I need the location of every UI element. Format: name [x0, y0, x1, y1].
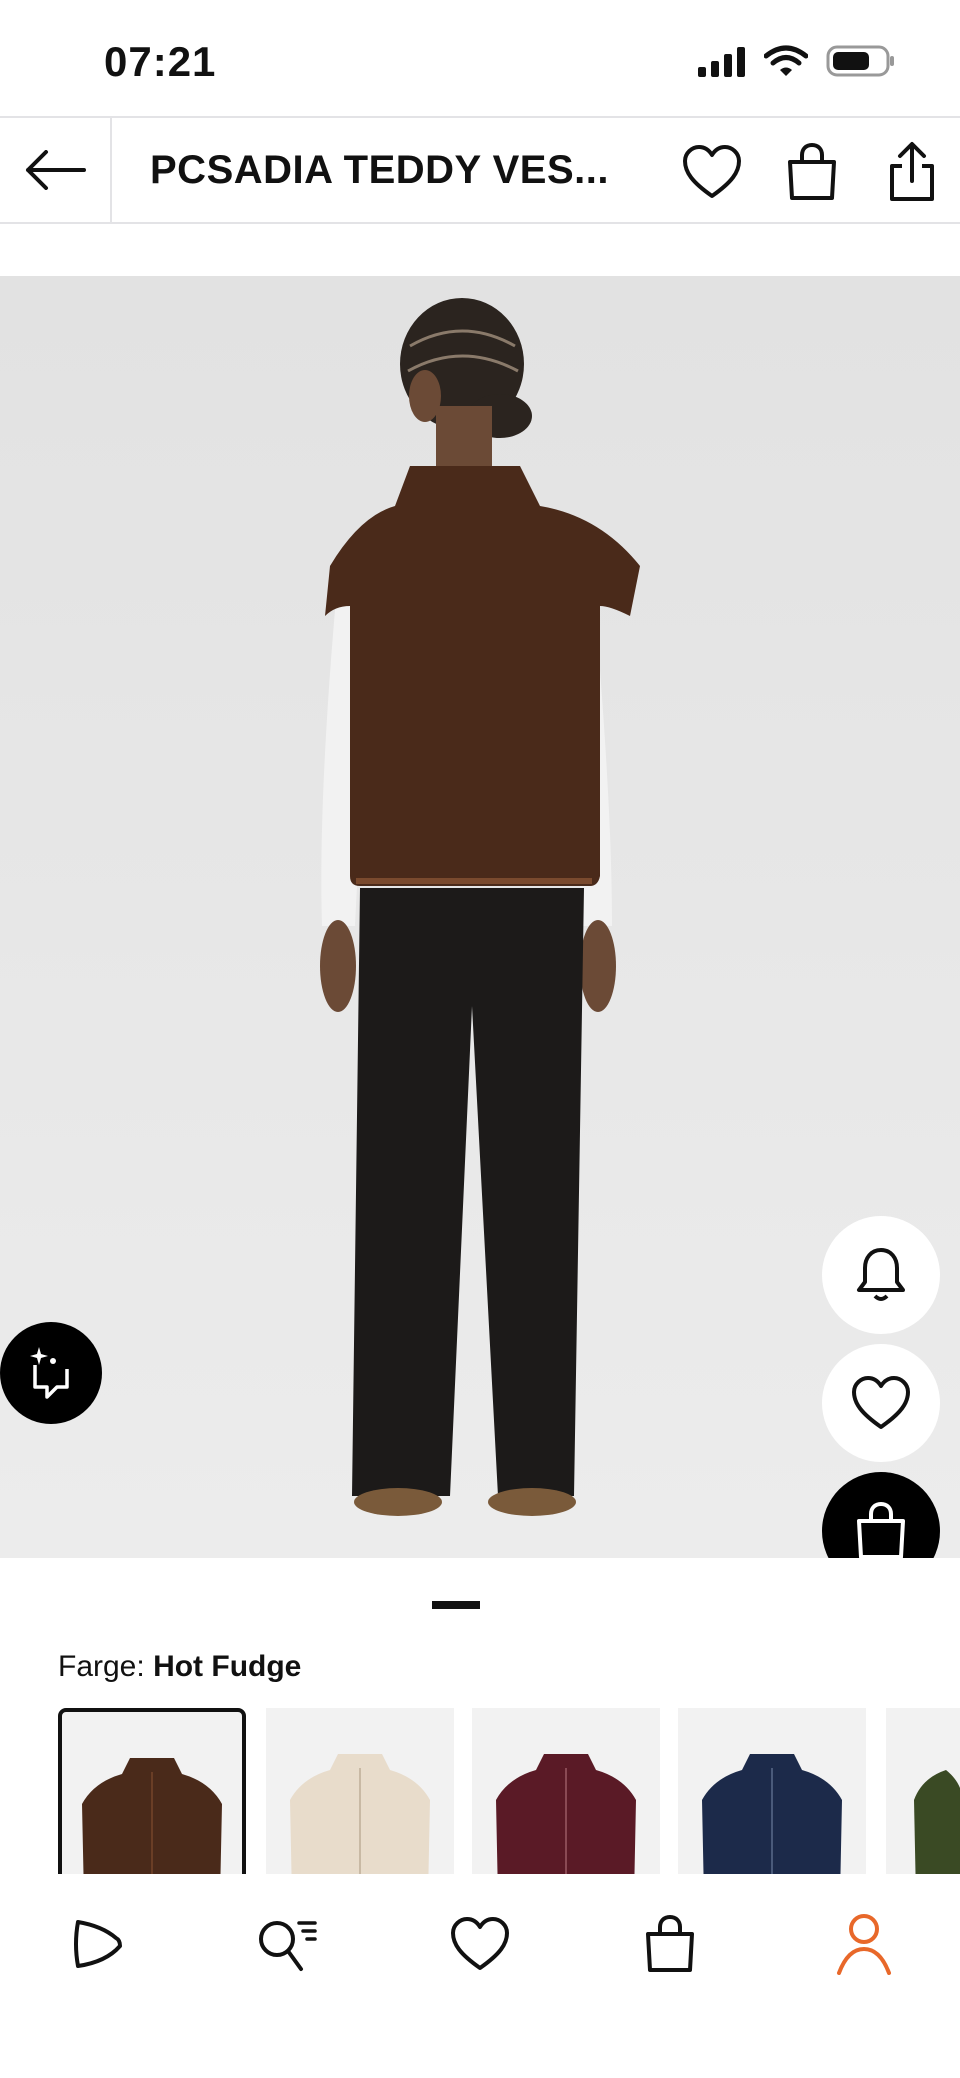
tab-profile[interactable]	[824, 1904, 904, 1984]
visual-search-icon	[30, 1347, 69, 1399]
color-swatch[interactable]	[58, 1708, 246, 1874]
tab-favorites[interactable]	[440, 1904, 520, 1984]
share-icon	[890, 142, 934, 201]
bell-icon	[857, 1248, 905, 1301]
page-title: PCSADIA TEDDY VES...	[150, 148, 609, 192]
color-swatch[interactable]	[886, 1708, 960, 1874]
status-icons	[696, 44, 896, 78]
share-button[interactable]	[880, 140, 944, 204]
visual-search-button[interactable]	[0, 1322, 102, 1424]
cart-button[interactable]	[780, 140, 844, 204]
status-time: 07:21	[104, 38, 217, 85]
shopping-bag-icon	[788, 142, 836, 200]
vest-thumbnail	[914, 1770, 960, 1874]
vest-thumbnail	[702, 1754, 842, 1874]
color-swatch[interactable]	[678, 1708, 866, 1874]
bottom-tab-bar	[0, 1874, 960, 2078]
color-swatch[interactable]	[266, 1708, 454, 1874]
shopping-bag-icon	[857, 1501, 905, 1558]
arrow-left-icon	[26, 150, 86, 190]
status-bar: 07:21	[0, 0, 960, 116]
product-header: PCSADIA TEDDY VES...	[0, 116, 960, 224]
vest-thumbnail	[82, 1758, 222, 1874]
favorite-button[interactable]	[680, 140, 744, 204]
wishlist-fab[interactable]	[822, 1344, 940, 1462]
search-list-icon	[259, 1921, 317, 1971]
notify-button[interactable]	[822, 1216, 940, 1334]
tab-search[interactable]	[246, 1904, 326, 1984]
color-swatch[interactable]	[472, 1708, 660, 1874]
tab-play[interactable]	[56, 1904, 136, 1984]
play-icon	[74, 1920, 122, 1968]
product-image[interactable]	[0, 276, 960, 1558]
heart-icon	[683, 145, 741, 198]
shopping-bag-icon	[646, 1914, 694, 1972]
color-label: Farge: Hot Fudge	[58, 1650, 301, 1684]
tab-bag[interactable]	[630, 1904, 710, 1984]
vest-thumbnail	[290, 1754, 430, 1874]
battery-icon	[826, 45, 894, 77]
model-photo	[320, 298, 640, 1516]
image-pager-indicator	[432, 1601, 480, 1609]
back-button[interactable]	[0, 118, 112, 222]
color-swatch-list	[58, 1708, 960, 1874]
heart-icon	[852, 1376, 910, 1429]
heart-icon	[451, 1917, 509, 1970]
vest-thumbnail	[496, 1754, 636, 1874]
wifi-icon	[764, 45, 808, 76]
profile-icon	[837, 1914, 891, 1975]
color-value: Hot Fudge	[153, 1650, 302, 1683]
signal-icon	[698, 47, 745, 77]
color-label-prefix: Farge:	[58, 1650, 145, 1683]
